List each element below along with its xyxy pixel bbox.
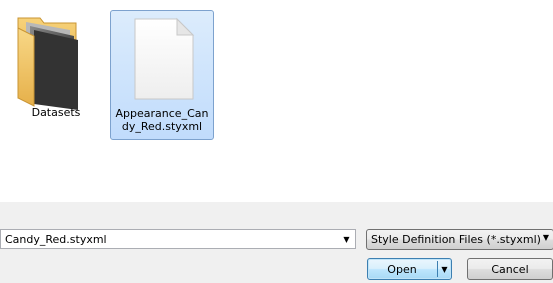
folder-icon [4,10,108,110]
cancel-button-label: Cancel [491,262,529,276]
filename-input[interactable] [1,230,335,248]
file-label: Appearance_Candy_Red.styxml [115,107,209,133]
file-list-view[interactable]: Datasets Appearance_Candy_Red.styxml [0,0,553,202]
dialog-footer: ▼ Style Definition Files (*.styxml) ▼ Op… [0,202,553,283]
file-label: Datasets [31,106,81,119]
open-button[interactable]: Open ▼ [367,258,452,280]
filetype-select[interactable]: Style Definition Files (*.styxml) ▼ [366,229,553,250]
file-item-appearance-candy-red[interactable]: Appearance_Candy_Red.styxml [110,10,214,140]
filename-combobox[interactable]: ▼ [0,229,356,249]
cancel-button[interactable]: Cancel [467,258,553,280]
folder-item-datasets[interactable]: Datasets [4,10,108,140]
dropdown-arrow-icon[interactable]: ▼ [338,230,355,248]
filetype-label: Style Definition Files (*.styxml) [371,233,541,246]
document-icon [111,11,215,111]
open-button-label: Open [387,262,417,276]
open-split-arrow-icon[interactable]: ▼ [437,261,451,277]
dropdown-arrow-icon: ▼ [542,233,549,242]
